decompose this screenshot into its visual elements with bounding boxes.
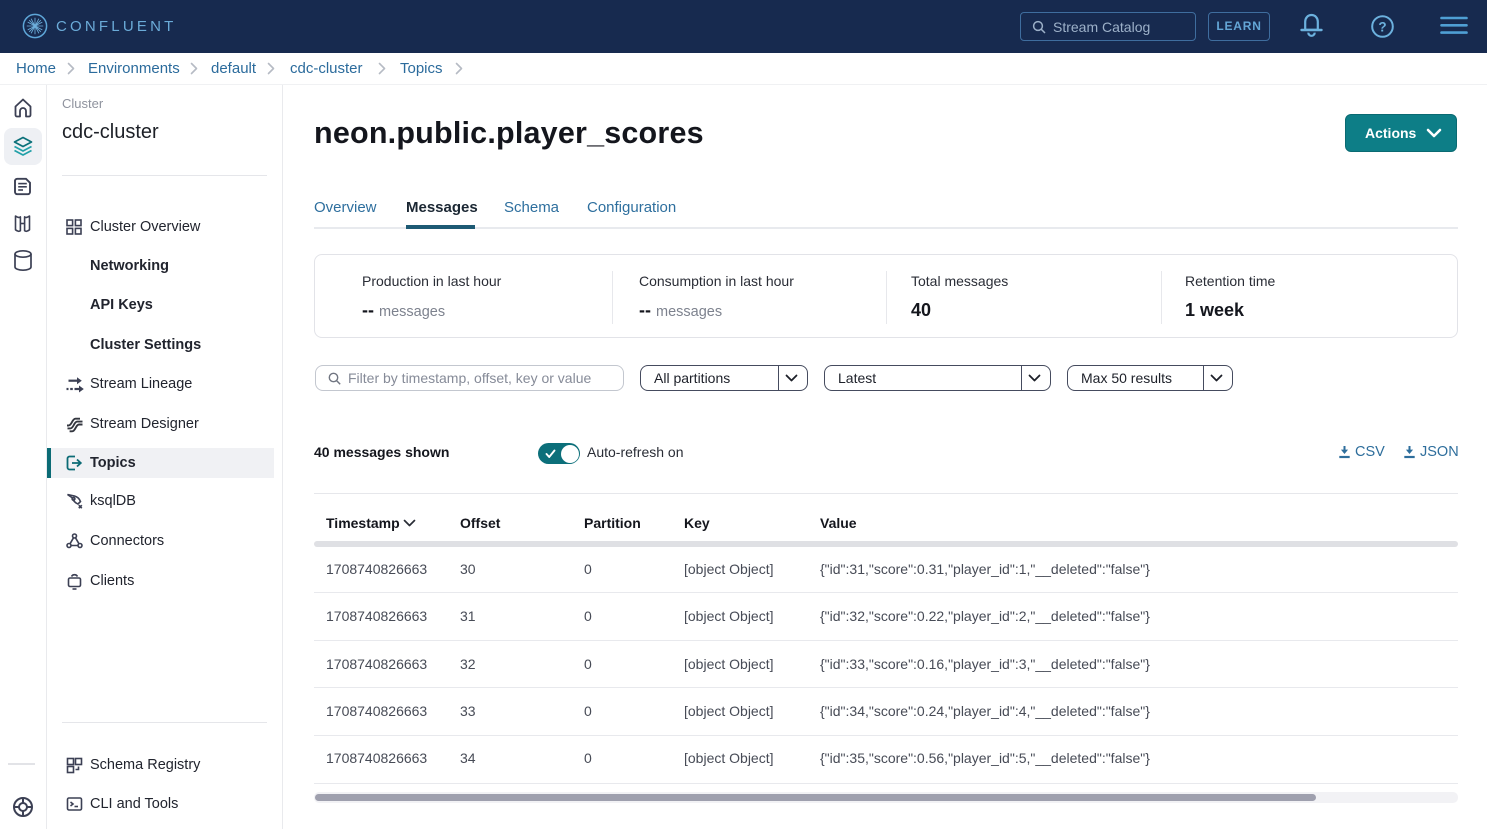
svg-text:?: ?	[1378, 20, 1386, 35]
